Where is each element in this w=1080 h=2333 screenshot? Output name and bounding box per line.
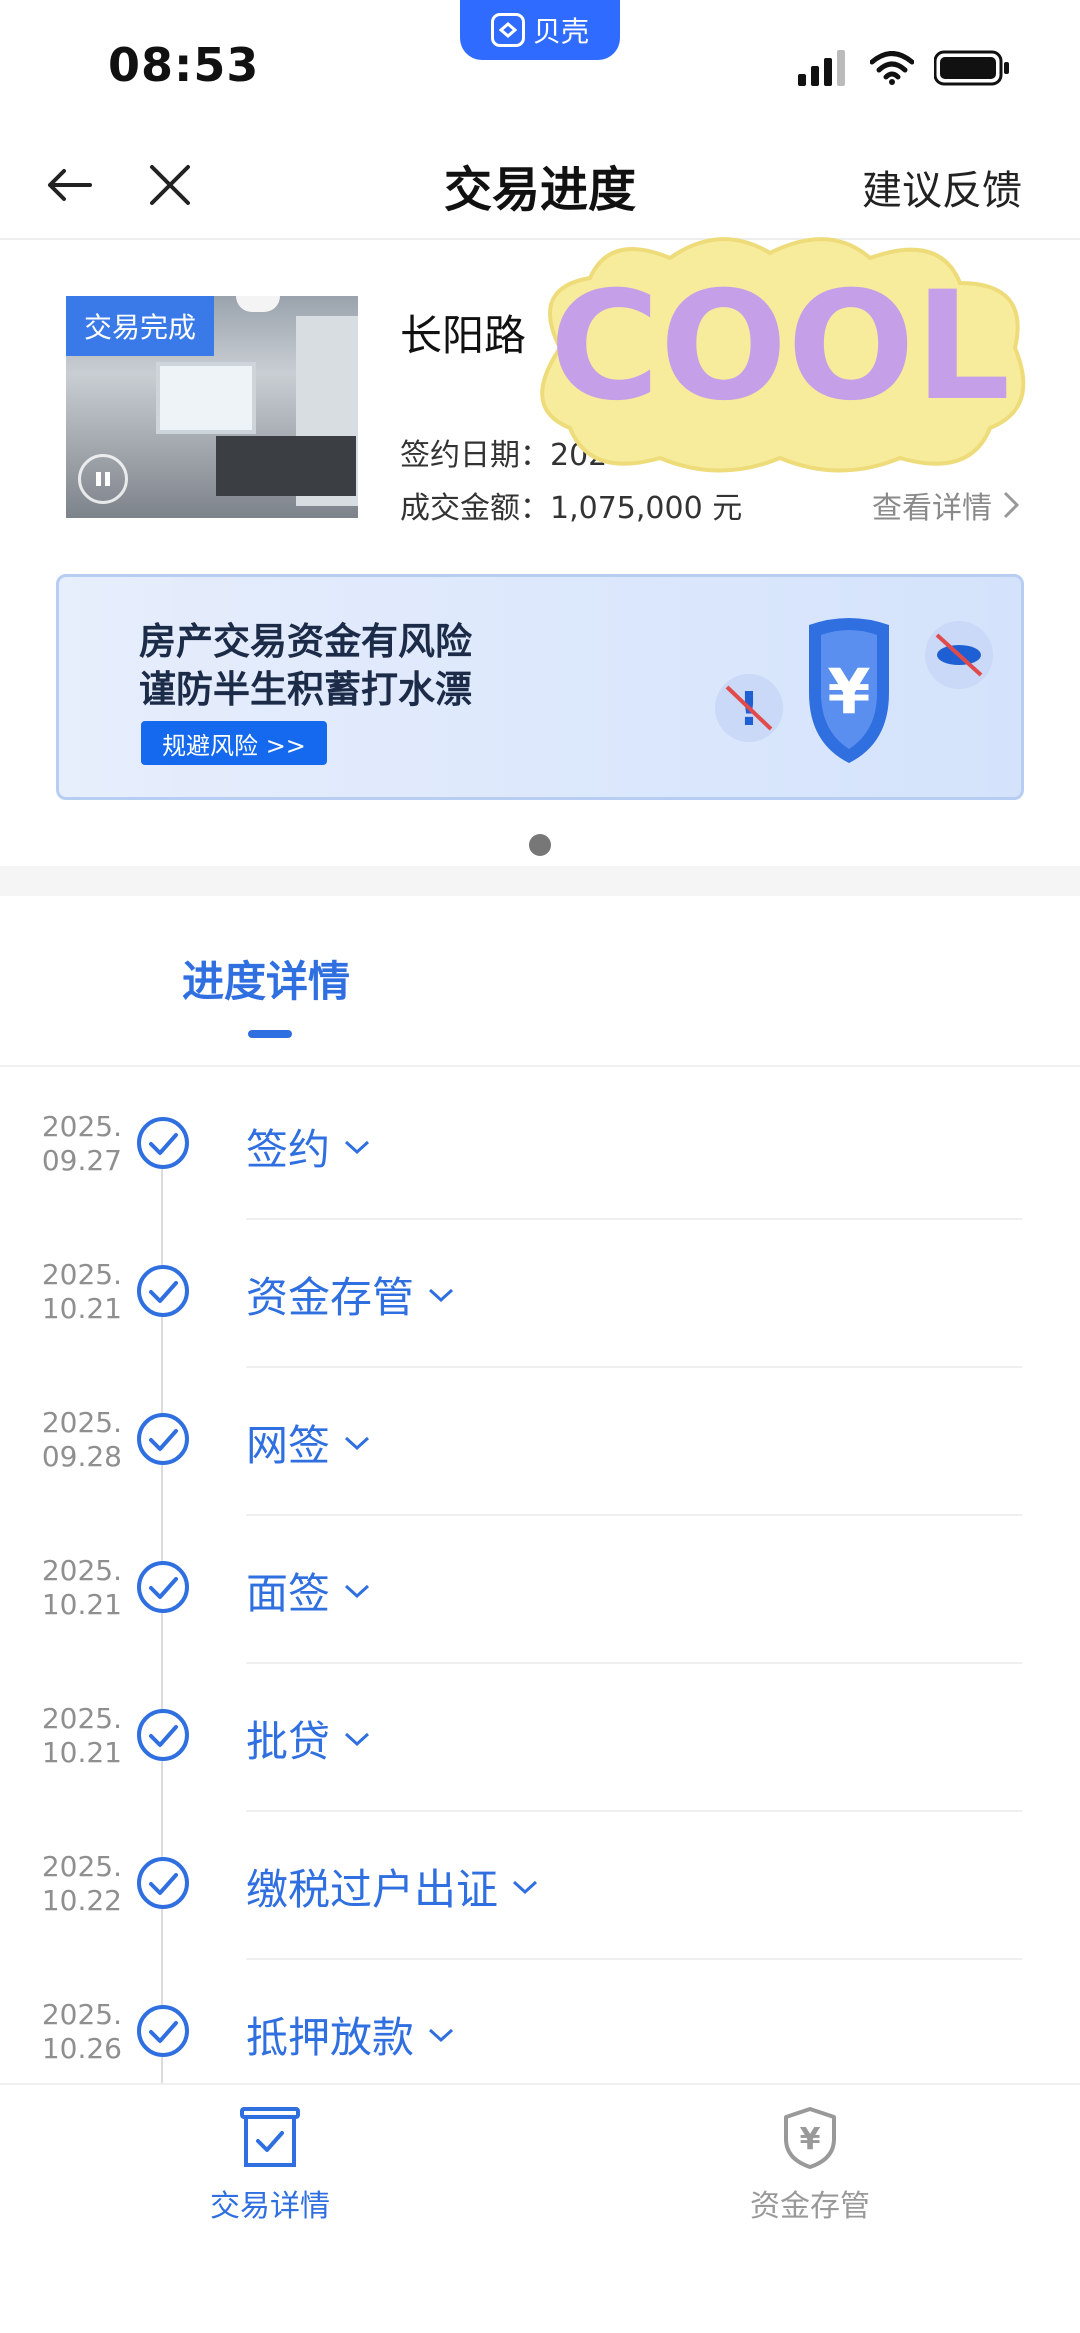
status-badge: 交易完成	[66, 296, 215, 356]
section-divider	[0, 866, 1080, 896]
step-label[interactable]: 签约	[246, 1116, 370, 1177]
chevron-down-icon	[345, 1732, 370, 1746]
vr-play-icon[interactable]	[78, 454, 128, 504]
chevron-down-icon	[429, 2028, 454, 2042]
app-pill-label: 贝壳	[532, 15, 589, 48]
timeline-step[interactable]: 2025. 09.27 签约	[0, 1110, 1080, 1258]
chevron-down-icon	[345, 1140, 370, 1154]
chevron-down-icon	[513, 1880, 538, 1894]
carousel-indicator	[529, 834, 551, 856]
battery-icon	[934, 50, 1009, 86]
property-name: 长阳路	[400, 311, 527, 360]
svg-text:¥: ¥	[827, 655, 870, 728]
timeline-step[interactable]: 2025. 10.21 批贷	[0, 1702, 1080, 1850]
tab-transaction-details[interactable]: 交易详情	[120, 2105, 420, 2225]
timeline-step[interactable]: 2025. 10.21 面签	[0, 1554, 1080, 1702]
tab-transaction-label: 交易详情	[210, 2189, 330, 2224]
step-date: 2025. 10.21	[41, 1702, 122, 1769]
nav-bar: 交易进度 建议反馈	[0, 130, 1080, 240]
app-pill[interactable]: 贝壳	[460, 0, 620, 60]
step-label[interactable]: 资金存管	[246, 1264, 454, 1325]
check-circle-icon	[137, 1561, 189, 1613]
chevron-right-icon	[1003, 491, 1020, 519]
feedback-button[interactable]: 建议反馈	[862, 158, 1022, 216]
step-separator	[246, 1958, 1022, 1960]
shield-yen-icon: ! ¥	[715, 618, 993, 763]
step-separator	[246, 1810, 1022, 1812]
amount-row: 成交金额：1,075,000 元	[400, 483, 742, 527]
tab-fund-custody[interactable]: ¥ 资金存管	[660, 2105, 960, 2225]
step-date: 2025. 10.26	[41, 1998, 122, 2065]
view-details-label: 查看详情	[872, 491, 992, 526]
risk-banner[interactable]: 房产交易资金有风险 谨防半生积蓄打水漂 规避风险 >> ! ¥	[56, 574, 1024, 800]
step-label[interactable]: 缴税过户出证	[246, 1856, 538, 1917]
timeline-step[interactable]: 2025. 10.21 资金存管	[0, 1258, 1080, 1406]
tab-divider	[0, 1065, 1080, 1067]
photo-bed	[216, 436, 356, 496]
wifi-icon	[870, 51, 914, 85]
cool-sticker: COOL	[540, 237, 1026, 473]
banner-line-2: 谨防半生积蓄打水漂	[139, 668, 472, 711]
cool-text: COOL	[550, 260, 1011, 434]
step-separator	[246, 1366, 1022, 1368]
app-logo-icon	[490, 13, 525, 47]
chevron-down-icon	[345, 1584, 370, 1598]
step-label[interactable]: 面签	[246, 1560, 370, 1621]
tab-progress-details[interactable]: 进度详情	[182, 948, 350, 1009]
timeline-step[interactable]: 2025. 10.22 缴税过户出证	[0, 1850, 1080, 1998]
amount-label: 成交金额：	[400, 491, 550, 526]
photo-window	[156, 362, 256, 434]
check-circle-icon	[137, 1413, 189, 1465]
bottom-tab-bar: 交易详情 ¥ 资金存管	[0, 2083, 1080, 2333]
property-photo[interactable]: 交易完成	[66, 296, 358, 518]
svg-text:¥: ¥	[800, 2122, 821, 2157]
view-details-link[interactable]: 查看详情	[872, 483, 1020, 527]
status-icons	[798, 50, 1010, 86]
check-circle-icon	[137, 1117, 189, 1169]
tab-fund-label: 资金存管	[750, 2189, 870, 2224]
check-circle-icon	[137, 1709, 189, 1761]
photo-lamp	[236, 296, 280, 312]
avoid-risk-button[interactable]: 规避风险 >>	[141, 721, 327, 765]
status-time: 08:53	[108, 38, 260, 92]
step-date: 2025. 10.21	[41, 1258, 122, 1325]
tab-indicator	[248, 1030, 292, 1038]
status-bar: 08:53 贝壳	[0, 0, 1080, 130]
step-date: 2025. 10.21	[41, 1554, 122, 1621]
step-separator	[246, 1514, 1022, 1516]
check-circle-icon	[137, 1857, 189, 1909]
banner-line-1: 房产交易资金有风险	[139, 620, 472, 663]
timeline-step[interactable]: 2025. 09.28 网签	[0, 1406, 1080, 1554]
chevron-down-icon	[429, 1288, 454, 1302]
step-date: 2025. 09.27	[41, 1110, 122, 1177]
chevron-down-icon	[345, 1436, 370, 1450]
check-circle-icon	[137, 2005, 189, 2057]
box-check-icon	[240, 2107, 300, 2167]
signal-icon	[798, 50, 845, 86]
step-date: 2025. 10.22	[41, 1850, 122, 1917]
step-label[interactable]: 网签	[246, 1412, 370, 1473]
step-label[interactable]: 批贷	[246, 1708, 370, 1769]
check-circle-icon	[137, 1265, 189, 1317]
step-date: 2025. 09.28	[41, 1406, 122, 1473]
step-separator	[246, 1662, 1022, 1664]
amount-value: 1,075,000 元	[550, 491, 743, 526]
shield-yen-icon: ¥	[784, 2107, 836, 2169]
step-separator	[246, 1218, 1022, 1220]
step-label[interactable]: 抵押放款	[246, 2004, 454, 2065]
